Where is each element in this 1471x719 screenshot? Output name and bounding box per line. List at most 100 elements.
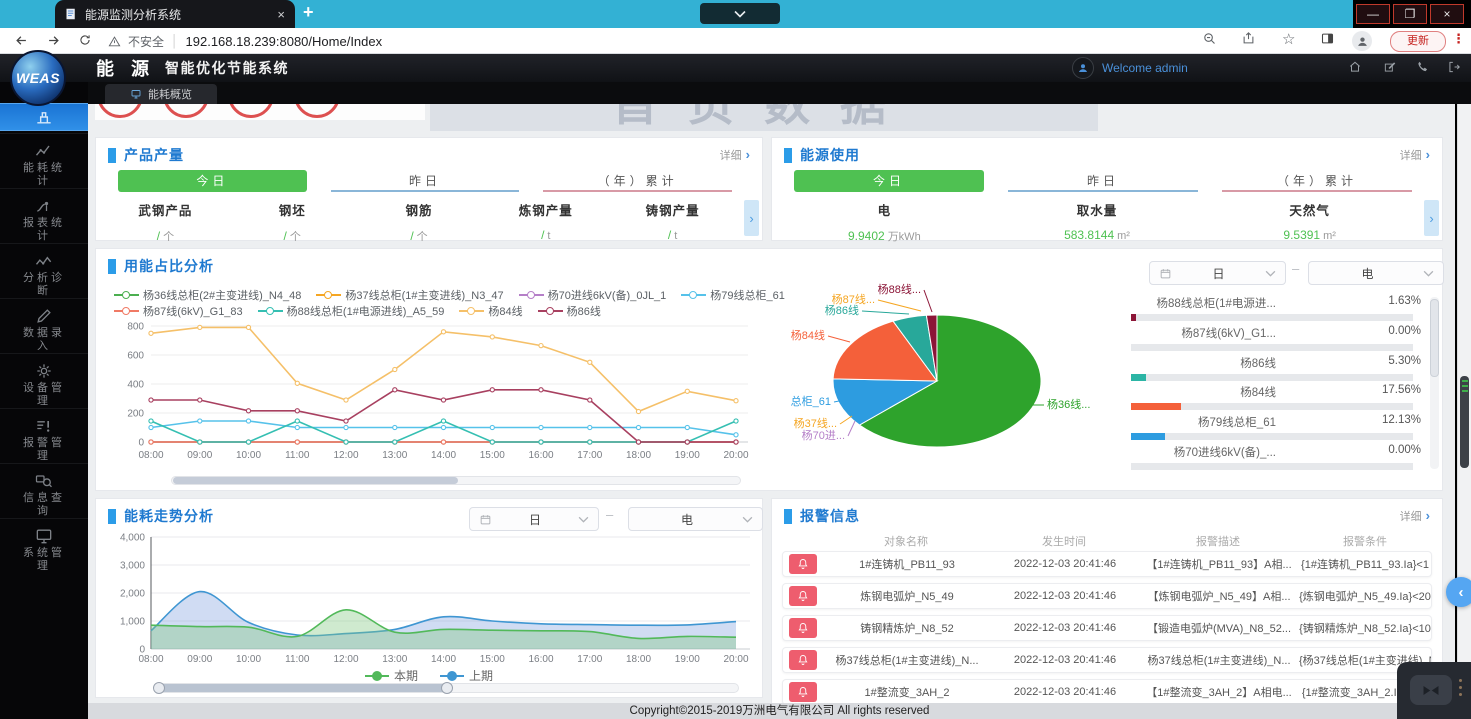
legend-item[interactable]: 杨36线总柜(2#主变进线)_N4_48 bbox=[114, 287, 301, 303]
ratio-list-item[interactable]: 杨79线总柜_6112.13% bbox=[1131, 414, 1421, 440]
trend-zoom-slider[interactable] bbox=[154, 683, 739, 693]
zoom-out-icon[interactable] bbox=[1202, 31, 1217, 46]
widget-menu-icon[interactable] bbox=[1459, 679, 1462, 696]
stat-value: 9.5391 bbox=[1283, 228, 1320, 242]
refresh-icon[interactable] bbox=[78, 33, 92, 47]
tab-3[interactable]: （年）累计 bbox=[543, 170, 732, 192]
legend-item[interactable]: 杨37线总柜(1#主变进线)_N3_47 bbox=[316, 287, 503, 303]
sidebar-item-3[interactable]: 分析诊断 bbox=[0, 243, 88, 298]
window-controls: — ❐ × bbox=[1353, 0, 1471, 28]
sidebar-item-7[interactable]: 信息查询 bbox=[0, 463, 88, 518]
new-tab-button[interactable]: + bbox=[303, 2, 314, 23]
ratio-progress-track bbox=[1131, 463, 1413, 470]
period-select[interactable]: 日 bbox=[469, 507, 599, 531]
stat-unit: m² bbox=[1323, 230, 1336, 242]
usage-ratio-line-chart: 020040060080008:0009:0010:0011:0012:0013… bbox=[106, 317, 771, 469]
trend-legend-item[interactable]: 本期 bbox=[365, 667, 418, 684]
ratio-list-item[interactable]: 杨87线(6kV)_G1...0.00% bbox=[1131, 325, 1421, 351]
legend-item[interactable]: 杨70进线6kV(备)_0JL_1 bbox=[519, 287, 667, 303]
collapse-panel-button[interactable]: ‹ bbox=[1446, 577, 1471, 607]
stat-value: / bbox=[284, 229, 287, 243]
alarm-row[interactable]: 1#连铸机_PB11_932022-12-03 20:41:46【1#连铸机_P… bbox=[782, 551, 1432, 577]
tab-2[interactable]: 昨日 bbox=[331, 170, 520, 192]
sidebar-item-4[interactable]: 数据录入 bbox=[0, 298, 88, 353]
tab-1[interactable]: 今日 bbox=[794, 170, 984, 192]
detail-link[interactable]: 详细 bbox=[1400, 147, 1430, 163]
phone-icon[interactable] bbox=[1416, 60, 1430, 74]
next-page-button[interactable]: › bbox=[744, 200, 759, 236]
energy-type-select[interactable]: 电 bbox=[628, 507, 763, 531]
ratio-list-item[interactable]: 杨70进线6kV(备)_...0.00% bbox=[1131, 444, 1421, 470]
stat-column: 钢坯/个 bbox=[229, 200, 356, 244]
play-icon[interactable] bbox=[1410, 675, 1452, 705]
sidebar-item-2[interactable]: 报表统计 bbox=[0, 188, 88, 243]
sidebar-item-8[interactable]: 系统管理 bbox=[0, 518, 88, 573]
energy-type-select[interactable]: 电 bbox=[1308, 261, 1444, 285]
browser-menu-icon[interactable]: ⋮ bbox=[1452, 31, 1465, 47]
detail-link[interactable]: 详细 bbox=[720, 147, 750, 163]
tab-2[interactable]: 昨日 bbox=[1008, 170, 1198, 192]
workspace-tab-overview[interactable]: 能耗概览 bbox=[105, 84, 217, 104]
sidebar-item-active[interactable] bbox=[0, 103, 88, 131]
svg-text:600: 600 bbox=[127, 351, 144, 362]
stat-column: 炼钢产量/t bbox=[482, 200, 609, 244]
restore-button[interactable]: ❐ bbox=[1393, 4, 1427, 24]
product-output-panel: 产品产量 详细 今日昨日（年）累计 武钢产品/个钢坯/个钢筋/个炼钢产量/t铸钢… bbox=[95, 137, 763, 241]
split-view-icon[interactable] bbox=[1320, 31, 1335, 46]
home-icon[interactable] bbox=[1348, 60, 1362, 74]
zoom-handle-left[interactable] bbox=[153, 682, 165, 694]
sidebar-item-1[interactable]: 能耗统计 bbox=[0, 133, 88, 188]
usage-ratio-panel: 用能占比分析 日 电 杨36线总柜(2#主变进线)_N4_48杨37线总柜(1#… bbox=[95, 248, 1443, 491]
page-scrollbar[interactable] bbox=[1457, 104, 1471, 703]
period-select[interactable]: 日 bbox=[1149, 261, 1286, 285]
ratio-item-percent: 0.00% bbox=[1276, 325, 1421, 341]
alarm-column-header: 报警描述 bbox=[1138, 533, 1298, 549]
gauge-circle bbox=[97, 104, 143, 118]
share-icon[interactable] bbox=[1241, 31, 1256, 46]
legend-item[interactable]: 杨79线总柜_61 bbox=[681, 287, 785, 303]
tab-1[interactable]: 今日 bbox=[118, 170, 307, 192]
zoom-handle-right[interactable] bbox=[441, 682, 453, 694]
ratio-list-item[interactable]: 杨86线5.30% bbox=[1131, 355, 1421, 381]
user-avatar-icon[interactable] bbox=[1072, 57, 1094, 79]
alarm-row[interactable]: 铸钢精炼炉_N8_522022-12-03 20:41:46【锻造电弧炉(MVA… bbox=[782, 615, 1432, 641]
ratio-progress-track bbox=[1131, 433, 1413, 440]
tab-3[interactable]: （年）累计 bbox=[1222, 170, 1412, 192]
minimize-button[interactable]: — bbox=[1356, 4, 1390, 24]
logout-icon[interactable] bbox=[1447, 60, 1461, 74]
gear-icon bbox=[34, 361, 54, 381]
scrollbar-thumb[interactable] bbox=[1460, 376, 1469, 468]
chevron-down-icon bbox=[1423, 270, 1434, 277]
ratio-progress-fill bbox=[1131, 374, 1146, 381]
next-page-button[interactable]: › bbox=[1424, 200, 1439, 236]
ratio-progress-fill bbox=[1131, 314, 1136, 321]
sidebar-item-5[interactable]: 设备管理 bbox=[0, 353, 88, 408]
stat-label: 取水量 bbox=[991, 200, 1204, 219]
ratio-list-item[interactable]: 杨84线17.56% bbox=[1131, 384, 1421, 410]
ratio-list-scrollbar[interactable] bbox=[1430, 297, 1439, 469]
update-button[interactable]: 更新 bbox=[1390, 31, 1446, 52]
browser-profile-avatar[interactable] bbox=[1352, 31, 1372, 51]
sidebar-item-6[interactable]: 报警管理 bbox=[0, 408, 88, 463]
energy-select-value: 电 bbox=[638, 511, 736, 528]
line-chart-zoom-slider[interactable] bbox=[171, 476, 741, 485]
tabbar-dropdown-button[interactable] bbox=[700, 3, 780, 24]
svg-text:17:00: 17:00 bbox=[577, 654, 602, 665]
back-icon[interactable] bbox=[14, 33, 29, 48]
close-button[interactable]: × bbox=[1430, 4, 1464, 24]
url-field[interactable]: 不安全 │ 192.168.18.239:8080/Home/Index bbox=[108, 28, 382, 54]
alarm-row[interactable]: 杨37线总柜(1#主变进线)_N...2022-12-03 20:41:46杨3… bbox=[782, 647, 1432, 673]
browser-tab[interactable]: 能源监测分析系统 × bbox=[55, 0, 295, 28]
alarm-row[interactable]: 1#整流变_3AH_22022-12-03 20:41:46【1#整流变_3AH… bbox=[782, 679, 1432, 705]
calendar-icon bbox=[479, 513, 492, 526]
detail-link[interactable]: 详细 bbox=[1400, 508, 1430, 524]
legend-marker-icon bbox=[316, 291, 341, 300]
tab-close-icon[interactable]: × bbox=[277, 8, 285, 21]
ratio-list-item[interactable]: 杨88线总柜(1#电源进...1.63% bbox=[1131, 295, 1421, 321]
edit-icon[interactable] bbox=[1383, 60, 1397, 74]
forward-icon[interactable] bbox=[46, 33, 61, 48]
bookmark-star-icon[interactable]: ☆ bbox=[1282, 30, 1295, 48]
alarm-row[interactable]: 炼钢电弧炉_N5_492022-12-03 20:41:46【炼钢电弧炉_N5_… bbox=[782, 583, 1432, 609]
svg-text:20:00: 20:00 bbox=[723, 654, 748, 665]
video-overlay-widget[interactable] bbox=[1397, 662, 1471, 719]
